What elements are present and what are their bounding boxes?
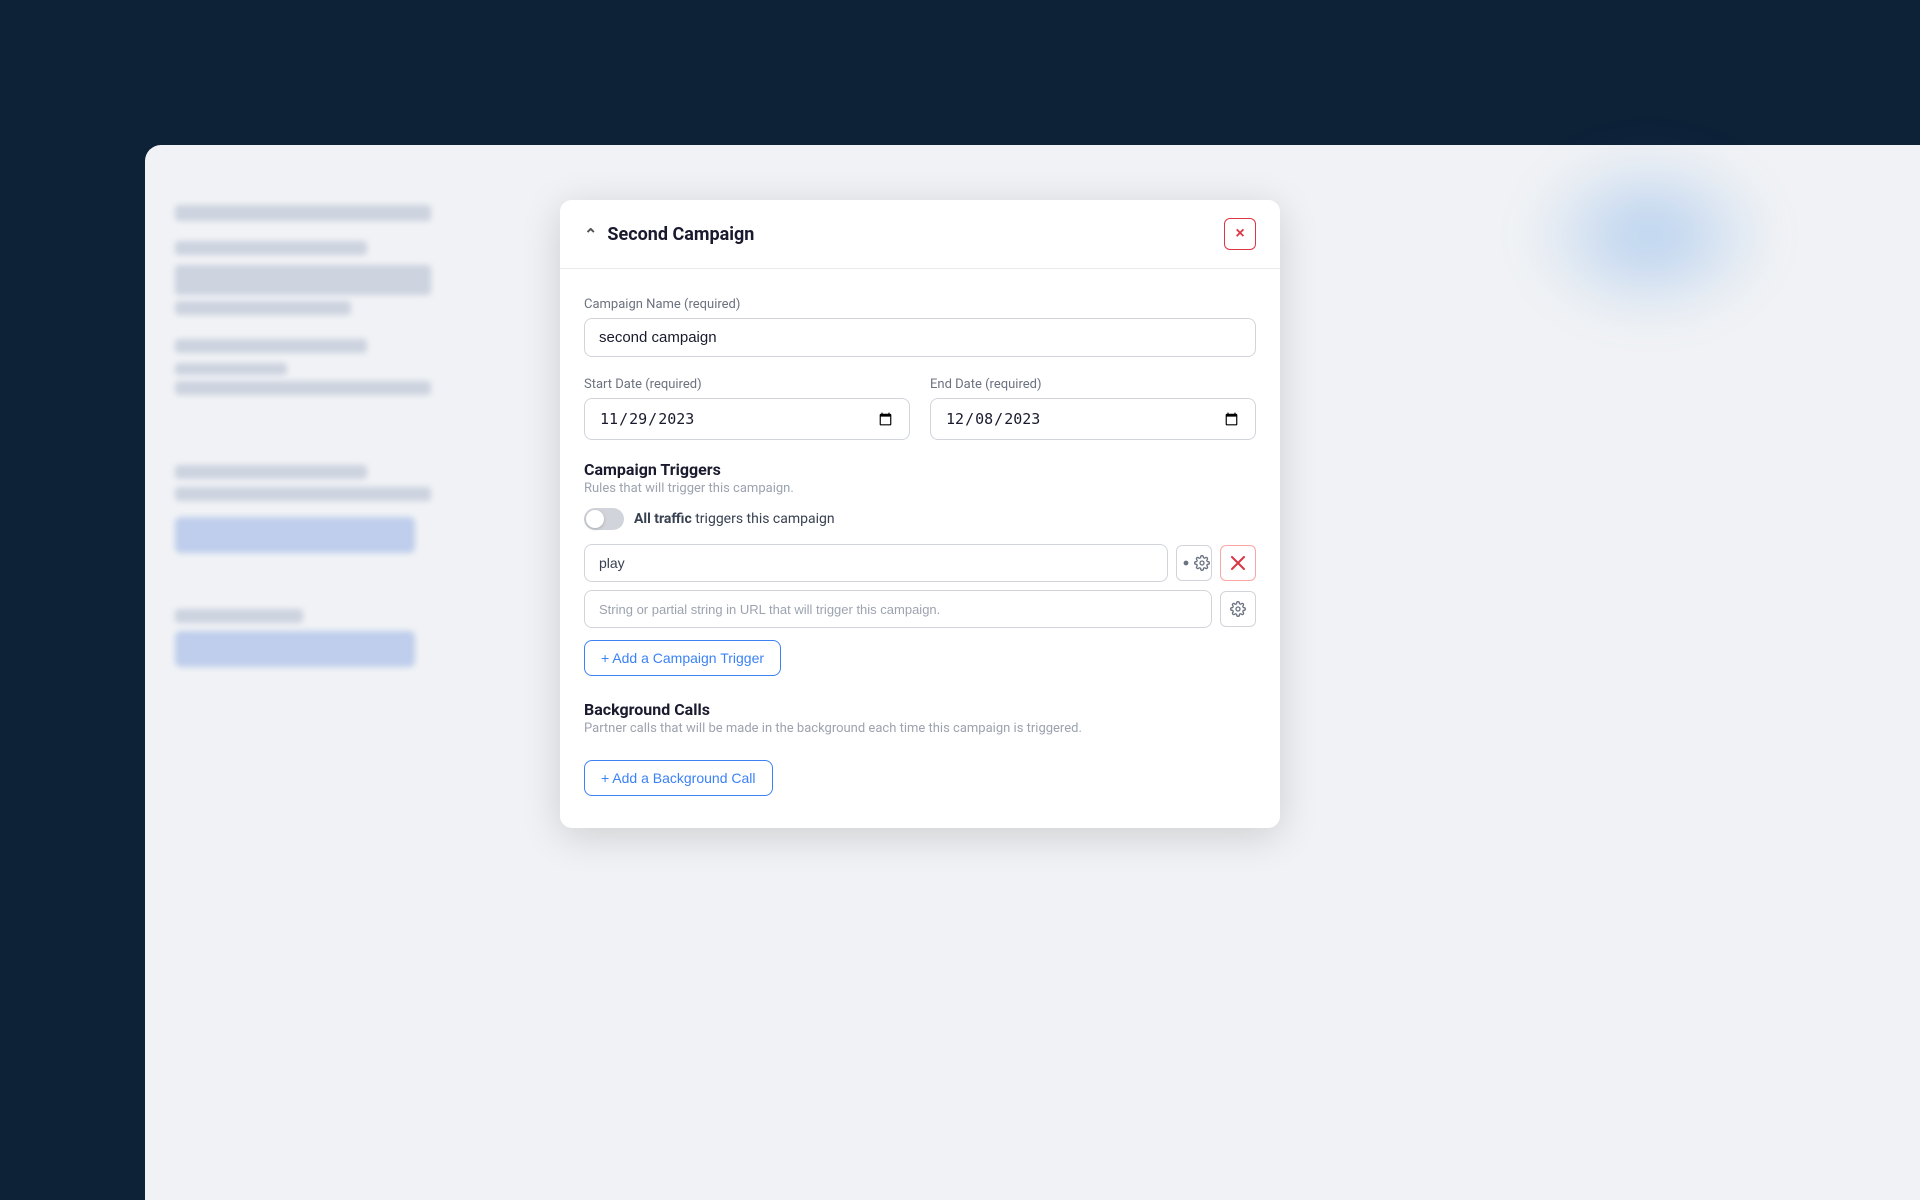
bg-calls-section-subtitle: Partner calls that will be made in the b… — [584, 721, 1256, 736]
gear-icon — [1178, 555, 1194, 571]
triggers-section-subtitle: Rules that will trigger this campaign. — [584, 481, 1256, 496]
date-row: Start Date (required) End Date (required… — [584, 377, 1256, 440]
start-date-label: Start Date (required) — [584, 377, 910, 392]
sidebar-blur — [145, 145, 525, 1200]
background-calls-section: Background Calls Partner calls that will… — [584, 700, 1256, 796]
campaign-name-group: Campaign Name (required) — [584, 297, 1256, 357]
trigger-row-2 — [584, 590, 1256, 628]
all-traffic-toggle-row: All traffic triggers this campaign — [584, 508, 1256, 530]
triggers-section-title: Campaign Triggers — [584, 460, 1256, 479]
add-trigger-button[interactable]: + Add a Campaign Trigger — [584, 640, 781, 676]
all-traffic-toggle[interactable] — [584, 508, 624, 530]
toggle-label-rest: triggers this campaign — [692, 511, 835, 527]
modal-card: ⌃ Second Campaign × Campaign Name (requi… — [560, 200, 1280, 828]
start-date-group: Start Date (required) — [584, 377, 910, 440]
add-background-call-button[interactable]: + Add a Background Call — [584, 760, 773, 796]
trigger-settings-button-1[interactable] — [1176, 545, 1212, 581]
card-title: Second Campaign — [607, 224, 754, 245]
toggle-label-bold: All traffic — [634, 511, 692, 527]
x-icon-1 — [1231, 556, 1245, 570]
trigger-input-1[interactable] — [584, 544, 1168, 582]
campaign-name-label: Campaign Name (required) — [584, 297, 1256, 312]
trigger-settings-button-2[interactable] — [1220, 591, 1256, 627]
trigger-remove-button-1[interactable] — [1220, 545, 1256, 581]
trigger-input-2[interactable] — [584, 590, 1212, 628]
gear-icon-1 — [1194, 555, 1210, 571]
end-date-group: End Date (required) — [930, 377, 1256, 440]
gear-icon-2 — [1230, 601, 1246, 617]
trigger-row-1 — [584, 544, 1256, 582]
triggers-section: Campaign Triggers Rules that will trigge… — [584, 460, 1256, 676]
card-header: ⌃ Second Campaign × — [560, 200, 1280, 269]
end-date-label: End Date (required) — [930, 377, 1256, 392]
close-button[interactable]: × — [1224, 218, 1256, 250]
header-left: ⌃ Second Campaign — [584, 224, 754, 245]
chevron-up-icon: ⌃ — [584, 225, 597, 244]
toggle-label: All traffic triggers this campaign — [634, 511, 835, 527]
end-date-input[interactable] — [930, 398, 1256, 440]
start-date-input[interactable] — [584, 398, 910, 440]
card-body: Campaign Name (required) Start Date (req… — [560, 269, 1280, 828]
campaign-name-input[interactable] — [584, 318, 1256, 357]
bg-calls-section-title: Background Calls — [584, 700, 1256, 719]
